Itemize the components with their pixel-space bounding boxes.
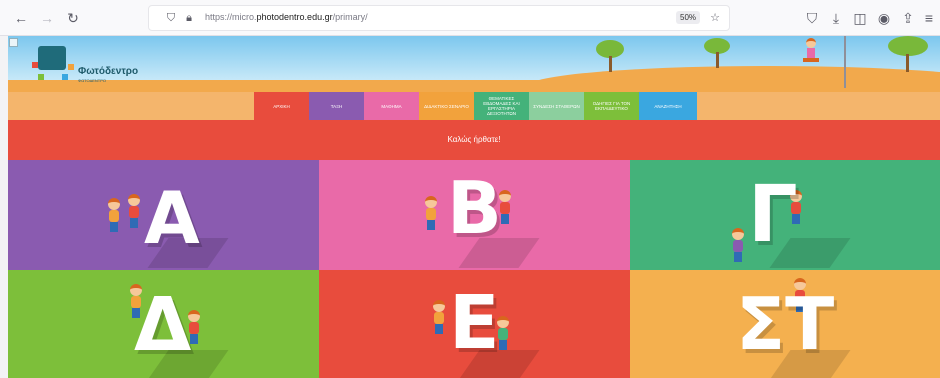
- child-illustration: [730, 228, 746, 262]
- child-illustration: [126, 194, 142, 228]
- nav-item-connections[interactable]: ΣΥΝΔΕΣΗ ΣΤΑΘΕΡΩΝ: [529, 92, 584, 120]
- page-content: Φωτόδεντρο ΦΩΤΟΔΕΝΤΡΟ ΑΡΧΙΚΗ ΤΑΞΗ ΜΑΘΗΜΑ…: [8, 36, 940, 378]
- grade-letter: Ε: [449, 280, 500, 366]
- grade-tile-f[interactable]: ΣΤ: [630, 270, 940, 378]
- nav-item-label: ΑΡΧΙΚΗ: [273, 103, 290, 109]
- logo-square: [38, 74, 44, 80]
- grade-tile-d[interactable]: Δ: [8, 270, 319, 378]
- nav-item-home[interactable]: ΑΡΧΙΚΗ: [254, 92, 309, 120]
- nav-item-label: ΣΥΝΔΕΣΗ ΣΤΑΘΕΡΩΝ: [533, 103, 580, 109]
- account-icon[interactable]: ◉: [875, 9, 893, 27]
- grade-letter: Γ: [748, 170, 798, 260]
- address-bar[interactable]: ⛉ 🔒︎ https://micro.photodentro.edu.gr/pr…: [148, 5, 730, 31]
- grade-tile-b[interactable]: Β: [319, 160, 630, 270]
- logo-subtext: ΦΩΤΟΔΕΝΤΡΟ: [78, 78, 107, 83]
- main-nav: ΑΡΧΙΚΗ ΤΑΞΗ ΜΑΘΗΜΑ ΔΙΔΑΚΤΙΚΟ ΣΕΝΑΡΙΟ ΘΕΜ…: [8, 92, 940, 120]
- child-illustration: [106, 198, 122, 232]
- lock-icon[interactable]: 🔒︎: [181, 10, 197, 26]
- share-icon[interactable]: ⇪: [899, 9, 917, 27]
- grade-tile-c[interactable]: Γ: [630, 160, 940, 270]
- browser-toolbar: ← → ↻ ⛉ 🔒︎ https://micro.photodentro.edu…: [0, 0, 940, 36]
- swing-pole: [844, 36, 846, 88]
- nav-item-label: ΘΕΜΑΤΙΚΕΣ ΕΒΔΟΜΑΔΕΣ ΚΑΙ ΕΡΓΑΣΤΗΡΙΑ ΔΕΞΙΟ…: [483, 96, 520, 116]
- url-text[interactable]: https://micro.photodentro.edu.gr/primary…: [205, 12, 368, 22]
- child-illustration: [431, 300, 447, 334]
- forward-icon[interactable]: →: [38, 9, 56, 27]
- nav-item-class[interactable]: ΤΑΞΗ: [309, 92, 364, 120]
- grade-tile-e[interactable]: Ε: [319, 270, 630, 378]
- nav-item-label: ΑΝΑΖΗΤΗΣΗ: [654, 103, 682, 109]
- grade-tile-a[interactable]: Α: [8, 160, 319, 270]
- star-icon[interactable]: ☆: [707, 10, 723, 26]
- shield-icon[interactable]: ⛉: [163, 10, 179, 26]
- nav-item-subject[interactable]: ΜΑΘΗΜΑ: [364, 92, 419, 120]
- nav-item-label: ΜΑΘΗΜΑ: [381, 103, 402, 109]
- download-icon[interactable]: ⤓: [827, 9, 845, 27]
- nav-item-teacher-guide[interactable]: ΟΔΗΓΙΕΣ ΓΙΑ ΤΟΝ ΕΚΠΑΙΔΕΥΤΙΚΟ: [584, 92, 639, 120]
- zoom-level[interactable]: 50%: [676, 11, 701, 24]
- logo-mark-icon: [38, 46, 66, 70]
- grade-letter: Α: [144, 176, 200, 260]
- header-banner: Φωτόδεντρο ΦΩΤΟΔΕΝΤΡΟ: [8, 36, 940, 92]
- welcome-banner: Καλώς ήρθατε!: [8, 120, 940, 166]
- grade-letter: ΣΤ: [736, 282, 835, 366]
- grade-letter: Δ: [134, 282, 192, 368]
- logo-square: [32, 62, 38, 68]
- logo-square: [62, 74, 68, 80]
- nav-item-thematic-weeks[interactable]: ΘΕΜΑΤΙΚΕΣ ΕΒΔΟΜΑΔΕΣ ΚΑΙ ΕΡΓΑΣΤΗΡΙΑ ΔΕΞΙΟ…: [474, 92, 529, 120]
- grade-letter: Β: [447, 166, 502, 250]
- nav-item-label: ΟΔΗΓΙΕΣ ΓΙΑ ΤΟΝ ΕΚΠΑΙΔΕΥΤΙΚΟ: [592, 101, 631, 111]
- sidebar-icon[interactable]: ◫: [851, 9, 869, 27]
- pocket-icon[interactable]: ⛉: [803, 9, 821, 27]
- menu-icon[interactable]: ≡: [920, 9, 938, 27]
- back-icon[interactable]: ←: [12, 9, 30, 27]
- reload-icon[interactable]: ↻: [64, 9, 82, 27]
- nav-item-scenario[interactable]: ΔΙΔΑΚΤΙΚΟ ΣΕΝΑΡΙΟ: [419, 92, 474, 120]
- nav-item-label: ΤΑΞΗ: [330, 103, 343, 109]
- logo-square: [68, 64, 74, 70]
- nav-item-label: ΔΙΔΑΚΤΙΚΟ ΣΕΝΑΡΙΟ: [424, 103, 469, 109]
- logo-text: Φωτόδεντρο: [78, 66, 139, 77]
- child-illustration: [423, 196, 439, 230]
- site-logo[interactable]: Φωτόδεντρο ΦΩΤΟΔΕΝΤΡΟ: [26, 44, 151, 86]
- sidebar-toggle-icon[interactable]: [9, 38, 18, 47]
- welcome-text: Καλώς ήρθατε!: [447, 135, 501, 144]
- nav-item-search[interactable]: ΑΝΑΖΗΤΗΣΗ: [639, 92, 697, 120]
- swing-child-illustration: [801, 38, 821, 70]
